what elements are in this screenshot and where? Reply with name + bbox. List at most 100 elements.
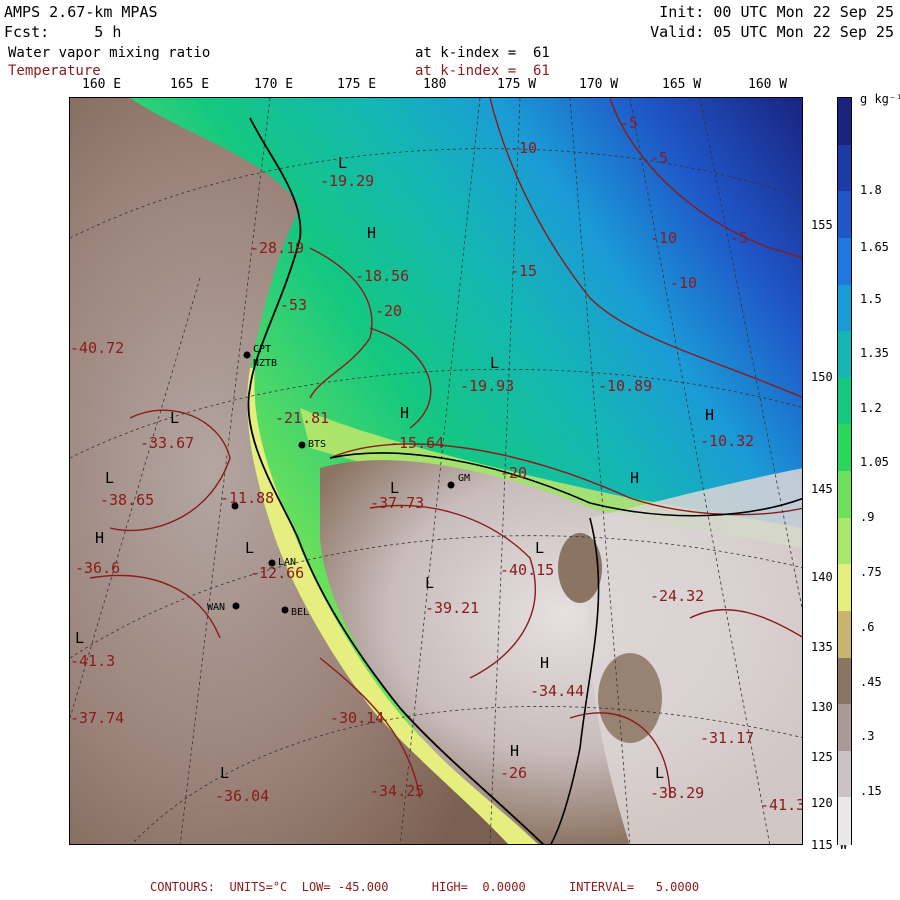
low-marker: L xyxy=(390,479,399,497)
colorbar-segment xyxy=(838,797,851,846)
colorbar-tick: .3 xyxy=(860,729,875,743)
temp-label: -53 xyxy=(280,296,307,314)
low-marker: L xyxy=(75,629,84,647)
colorbar-segment xyxy=(838,237,851,286)
colorbar-segment xyxy=(838,750,851,799)
station-marker[interactable] xyxy=(243,351,251,359)
low-marker: L xyxy=(170,409,179,427)
field1-name: Water vapor mixing ratio xyxy=(8,45,211,61)
lon-label: 180 xyxy=(423,77,447,92)
colorbar-segment xyxy=(838,98,851,147)
station-label: BEL xyxy=(291,607,309,618)
high-marker: H xyxy=(400,404,409,422)
colorbar-segment xyxy=(838,191,851,240)
colorbar-segment xyxy=(838,704,851,753)
temp-label: -15.64 xyxy=(390,434,444,452)
lon-label: 170 W xyxy=(579,77,619,92)
colorbar-tick: .15 xyxy=(860,784,882,798)
temp-label: -5 xyxy=(730,229,748,247)
temp-label: -41.3 xyxy=(760,796,803,814)
temp-label: -10 xyxy=(670,274,697,292)
model-title: AMPS 2.67-km MPAS xyxy=(4,3,158,21)
temp-label: -34.25 xyxy=(370,782,424,800)
colorbar-fill xyxy=(838,98,851,846)
colorbar-tick: .45 xyxy=(860,675,882,689)
map-canvas: CPT NZTB BTS GM LAN WAN BEL -19.29 -28.1… xyxy=(70,98,803,844)
temp-label: -38.29 xyxy=(650,784,704,802)
high-marker: H xyxy=(95,529,104,547)
temp-label: -34.44 xyxy=(530,682,584,700)
temp-label: -33.67 xyxy=(140,434,194,452)
lon-label: 175 E xyxy=(337,77,377,92)
temp-label: -11.88 xyxy=(220,489,274,507)
colorbar-segment xyxy=(838,424,851,473)
temp-label: -10 xyxy=(510,139,537,157)
temp-label: -28.19 xyxy=(250,239,304,257)
station-label: WAN xyxy=(207,602,225,613)
low-marker: L xyxy=(245,539,254,557)
lon-label: 165 W xyxy=(662,77,702,92)
lon-label: 175 W xyxy=(497,77,537,92)
temp-label: -19.29 xyxy=(320,172,374,190)
lon-label: 160 W xyxy=(748,77,788,92)
colorbar-tick: .75 xyxy=(860,565,882,579)
colorbar-tick: .6 xyxy=(860,620,875,634)
station-label: BTS xyxy=(308,439,326,450)
colorbar-tick: 1.65 xyxy=(860,240,889,254)
colorbar-tick: 1.35 xyxy=(860,346,889,360)
station-label: NZTB xyxy=(253,358,277,369)
colorbar-segment xyxy=(838,144,851,193)
field1-level: at k-index = 61 xyxy=(415,45,550,61)
temp-label: -37.74 xyxy=(70,709,124,727)
colorbar-segment xyxy=(838,377,851,426)
low-marker: L xyxy=(490,354,499,372)
colorbar-segment xyxy=(838,564,851,613)
colorbar-segment xyxy=(838,657,851,706)
colorbar-tick: 1.5 xyxy=(860,292,882,306)
temp-label: -15 xyxy=(510,262,537,280)
ice-rise xyxy=(598,653,662,743)
temp-label: -30.14 xyxy=(330,709,384,727)
temp-label: -20 xyxy=(500,464,527,482)
temp-label: -24.32 xyxy=(650,587,704,605)
init-time: Init: 00 UTC Mon 22 Sep 25 xyxy=(659,3,894,21)
station-label: GM xyxy=(458,473,470,484)
temp-label: -40.15 xyxy=(500,561,554,579)
station-marker[interactable] xyxy=(447,481,455,489)
colorbar-unit: g kg⁻¹ xyxy=(860,92,900,106)
contour-info: CONTOURS: UNITS=°C LOW= -45.000 HIGH= 0.… xyxy=(150,880,700,894)
temp-label: -12.66 xyxy=(250,564,304,582)
high-marker: H xyxy=(630,469,639,487)
colorbar-segment xyxy=(838,610,851,659)
lon-label: 160 E xyxy=(82,77,122,92)
temp-label: -19.93 xyxy=(460,377,514,395)
temp-label: -5 xyxy=(620,114,638,132)
map-panel: CPT NZTB BTS GM LAN WAN BEL -19.29 -28.1… xyxy=(69,97,803,845)
temp-label: -36.6 xyxy=(75,559,120,577)
temp-label: -36.04 xyxy=(215,787,269,805)
colorbar-tick: 1.05 xyxy=(860,455,889,469)
lon-label: 170 E xyxy=(254,77,294,92)
temp-label: -41.3 xyxy=(70,652,115,670)
high-marker: H xyxy=(540,654,549,672)
colorbar xyxy=(837,97,852,846)
temp-label: -38.65 xyxy=(100,491,154,509)
station-marker[interactable] xyxy=(281,606,289,614)
station-marker[interactable] xyxy=(232,602,240,610)
colorbar-segment xyxy=(838,471,851,520)
temp-label: -39.21 xyxy=(425,599,479,617)
temp-label: -10.89 xyxy=(598,377,652,395)
temp-label: -26 xyxy=(500,764,527,782)
temp-label: -5 xyxy=(650,149,668,167)
temp-label: -21.81 xyxy=(275,409,329,427)
colorbar-segment xyxy=(838,331,851,380)
colorbar-segment xyxy=(838,517,851,566)
temp-label: -10.32 xyxy=(700,432,754,450)
low-marker: L xyxy=(220,764,229,782)
low-marker: L xyxy=(105,469,114,487)
valid-time: Valid: 05 UTC Mon 22 Sep 25 xyxy=(650,23,894,41)
forecast-hour: Fcst: 5 h xyxy=(4,23,122,41)
colorbar-tick: 1.8 xyxy=(860,183,882,197)
low-marker: L xyxy=(535,539,544,557)
station-marker[interactable] xyxy=(298,441,306,449)
